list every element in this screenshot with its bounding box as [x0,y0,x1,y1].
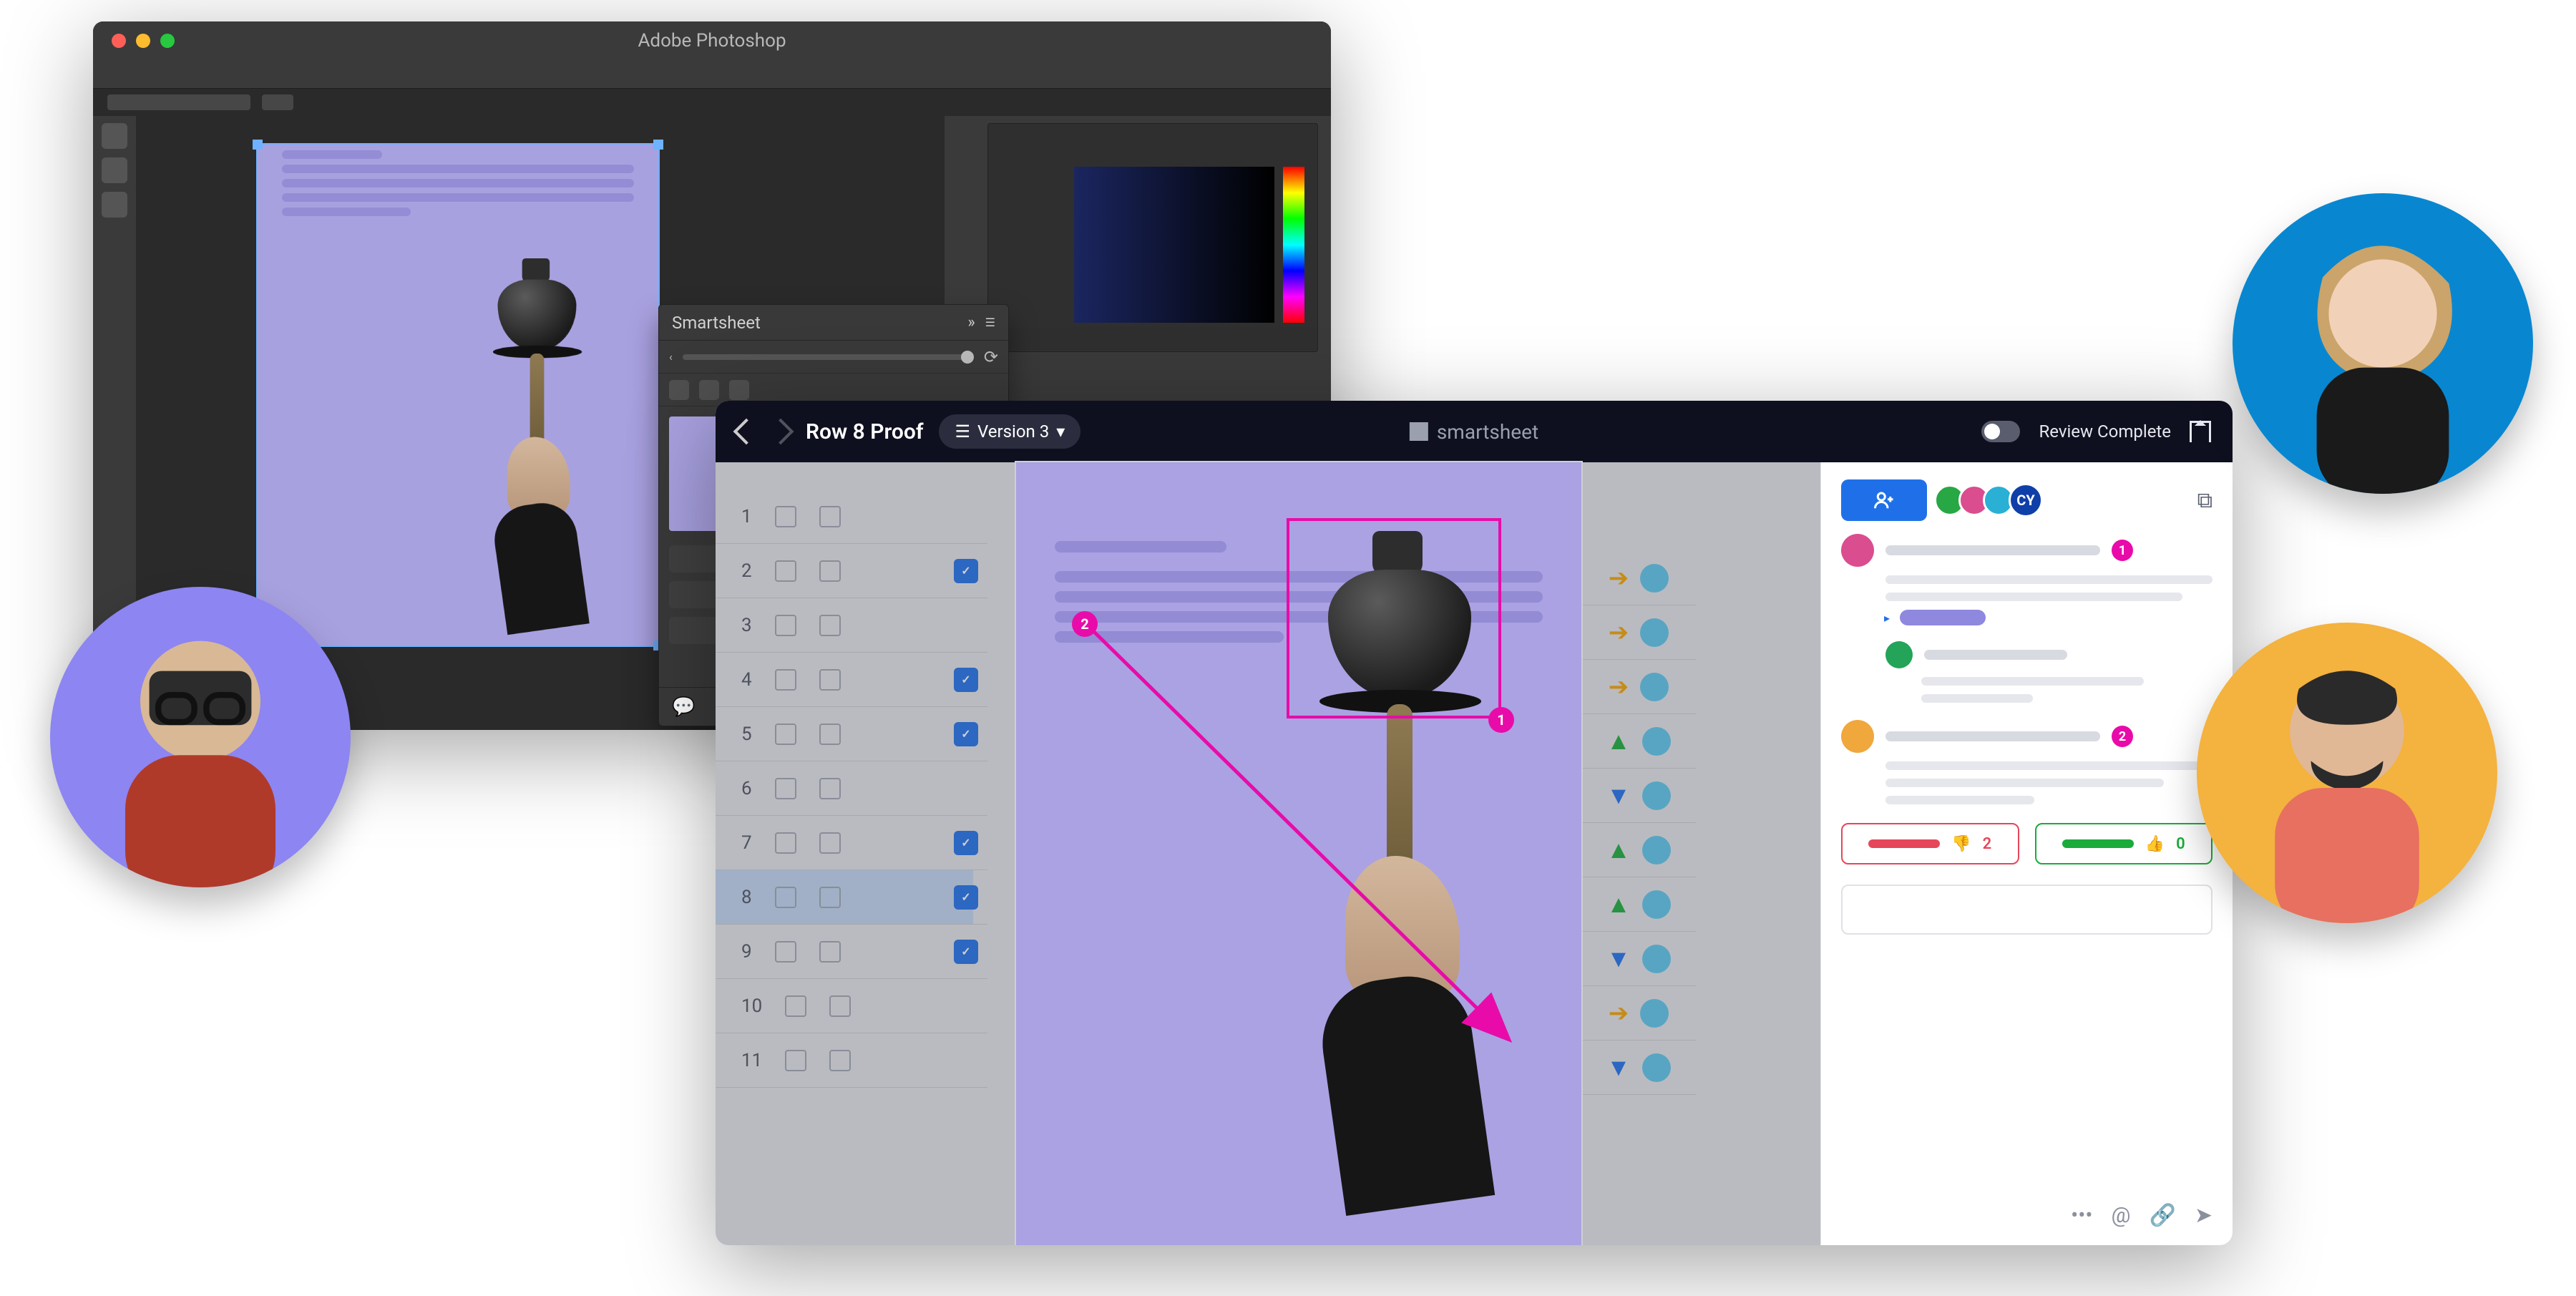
document-tab[interactable] [107,94,250,110]
person-add-icon [1873,489,1895,511]
comment-body-line [1885,761,2212,770]
more-icon[interactable]: ••• [2071,1203,2092,1228]
placeholder-text [282,208,411,216]
annotation-marker[interactable]: 2 [1072,611,1098,637]
send-icon[interactable]: ➤ [2195,1203,2212,1228]
avatar-initials[interactable]: CY [2009,483,2043,517]
version-label: Version 3 [977,422,1049,442]
app-title: Adobe Photoshop [638,30,786,52]
window-controls[interactable] [112,34,175,48]
hue-slider[interactable] [1283,167,1304,323]
layers-icon: ☰ [955,422,970,442]
smartsheet-logo-icon [1410,422,1428,441]
review-complete-label: Review Complete [2039,422,2171,442]
chevron-down-icon: ▾ [1056,422,1065,442]
mention-icon[interactable]: @ [2112,1203,2131,1228]
comment-body-line [1885,779,2164,787]
forward-button[interactable] [768,419,794,445]
align-button[interactable] [699,380,719,400]
resize-handle[interactable] [653,140,663,150]
document-tab[interactable] [262,94,293,110]
tool-button[interactable] [102,192,127,218]
progress-row: ‹ ⟳ [659,341,1008,374]
commenter-avatar[interactable] [1885,641,1913,668]
annotation-badge[interactable]: 2 [2112,726,2133,747]
chevron-left-icon[interactable]: ‹ [669,350,673,364]
proof-canvas[interactable]: 1 2 [1016,462,1581,1245]
placeholder-text [282,165,634,173]
attach-button[interactable] [729,380,749,400]
refresh-icon[interactable]: ⟳ [984,347,998,367]
proof-header: Row 8 Proof ☰ Version 3 ▾ smartsheet Rev… [716,401,2233,462]
comment-author-line [1885,545,2100,555]
panel-header[interactable]: Smartsheet » ☰ [659,305,1008,341]
close-icon[interactable] [112,34,126,48]
thumbs-down-icon: 👎 [1951,835,1971,853]
commenter-avatar[interactable] [1841,534,1874,567]
photoshop-tabbar[interactable] [93,89,1331,116]
placeholder-text [282,193,634,202]
menu-icon[interactable]: ☰ [985,316,995,329]
comment-author-line [1885,731,2100,741]
brand-name: smartsheet [1437,420,1538,444]
downvote-count: 2 [1983,835,1992,853]
artboard[interactable] [258,145,658,645]
review-complete-toggle[interactable] [1981,421,2020,442]
comment-body-line [1885,575,2212,584]
maximize-icon[interactable] [160,34,175,48]
collaborator-avatar [2233,193,2533,494]
smartsheet-window: Row 8 Proof ☰ Version 3 ▾ smartsheet Rev… [716,401,2233,1245]
comment-toolbar: ••• @ 🔗 ➤ [1841,1203,2212,1228]
progress-slider[interactable] [683,354,974,360]
vote-bar [1868,839,1940,848]
collapse-icon[interactable]: » [967,313,975,331]
tool-button[interactable] [102,157,127,183]
proof-title: Row 8 Proof [806,419,923,444]
collaborator-avatar [50,587,351,887]
annotation-marker[interactable]: 1 [1488,707,1514,733]
resize-handle[interactable] [253,140,263,150]
comment-body-line [1921,677,2144,686]
comment-body-line [1885,796,2034,804]
comment-thread: 1 ▸ [1841,534,2212,703]
tool-button[interactable] [102,123,127,149]
vote-row: 👎 2 👍 0 [1841,823,2212,864]
placeholder-text [282,179,634,187]
popout-icon[interactable]: ⧉ [2197,488,2212,513]
commenter-avatar[interactable] [1841,720,1874,753]
approve-button[interactable]: 👍 0 [2035,823,2213,864]
collaborator-avatar [2197,623,2497,923]
chat-icon[interactable]: 💬 [672,696,695,718]
photoshop-titlebar: Adobe Photoshop [93,21,1331,60]
panel-title: Smartsheet [672,313,761,333]
back-button[interactable] [733,419,760,445]
minimize-icon[interactable] [136,34,150,48]
share-icon[interactable] [2190,421,2211,442]
reply-indicator[interactable]: ▸ [1884,610,2212,625]
comment-body-line [1921,694,2033,703]
color-field[interactable] [1074,167,1274,323]
comment-body-line [1885,593,2182,601]
attachment-button[interactable] [669,380,689,400]
photoshop-menubar[interactable] [93,60,1331,89]
comment-author-line [1924,650,2067,660]
link-icon[interactable]: 🔗 [2150,1203,2176,1228]
annotation-badge[interactable]: 1 [2112,540,2133,561]
upvote-count: 0 [2176,835,2185,853]
brand-logo: smartsheet [1410,420,1538,444]
reviewer-avatars[interactable]: CY [1941,483,2043,517]
placeholder-text [282,150,382,159]
comments-panel: CY ⧉ 1 ▸ [1820,462,2233,1245]
reject-button[interactable]: 👎 2 [1841,823,2019,864]
placeholder-text [1055,541,1226,552]
comment-thread: 2 [1841,720,2212,804]
color-picker-panel[interactable] [987,123,1318,352]
annotation-region[interactable] [1287,518,1501,718]
version-selector[interactable]: ☰ Version 3 ▾ [939,414,1080,449]
invite-button[interactable] [1841,479,1927,521]
comment-input[interactable] [1841,885,2212,935]
thumbs-up-icon: 👍 [2145,835,2165,853]
reply-pill [1900,610,1986,625]
vote-bar [2062,839,2134,848]
